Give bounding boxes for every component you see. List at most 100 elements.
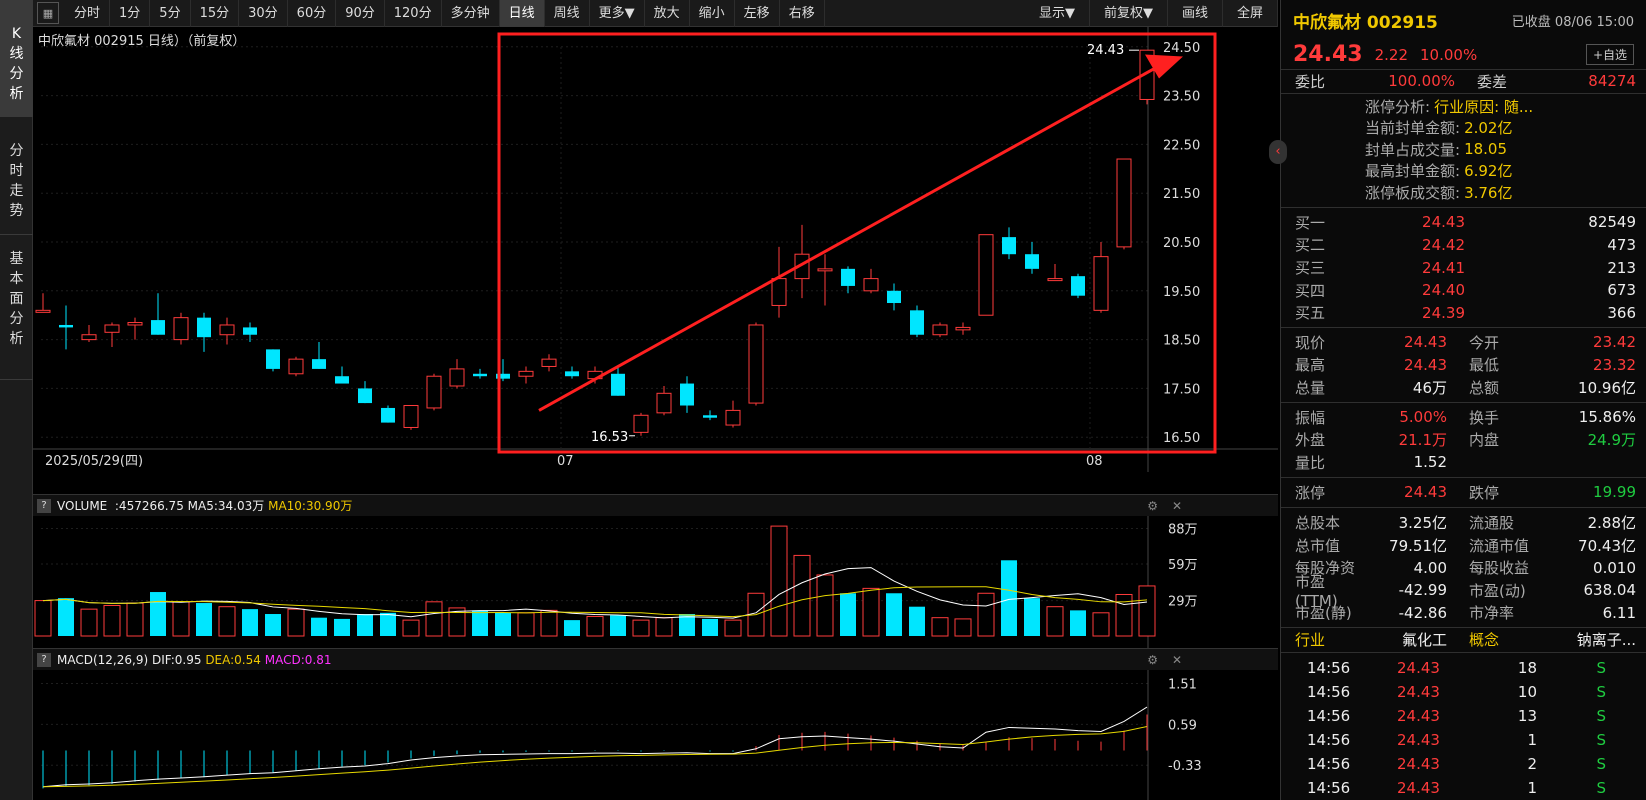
candle — [725, 400, 741, 428]
tab-fundamental[interactable]: 基本面分析 — [0, 235, 33, 380]
volume-bar — [425, 601, 443, 637]
settings-icon[interactable]: ⚙ — [1147, 653, 1158, 667]
limit-info-row: 最高封单金额: 6.92亿 — [1281, 160, 1646, 182]
tab-kline[interactable]: K线分析 — [0, 0, 33, 117]
period-button[interactable]: 右移 — [780, 0, 825, 27]
tick-volume: 18 — [1517, 658, 1537, 677]
candle — [219, 317, 235, 345]
tick-direction: S — [1596, 658, 1606, 677]
period-button[interactable]: 90分 — [336, 0, 385, 27]
high-marker: 24.43 — [1087, 43, 1124, 58]
candle — [841, 266, 855, 294]
add-watchlist-button[interactable]: +自选 — [1585, 44, 1634, 65]
period-button[interactable]: 放大 — [645, 0, 690, 27]
period-button[interactable]: 15分 — [191, 0, 240, 27]
stat-key: 今开 — [1469, 333, 1500, 352]
toolbar-right-button[interactable]: 全屏 — [1223, 0, 1278, 27]
stat-value: 0.010 — [1593, 558, 1636, 577]
stat-value: 6.11 — [1602, 603, 1636, 622]
industry-row: 行业 氟化工 概念 钠离子... — [1281, 627, 1646, 652]
volume-bar — [80, 608, 98, 637]
close-icon[interactable]: ✕ — [1172, 653, 1182, 667]
volume-bar — [103, 604, 121, 637]
toolbar-right-button[interactable]: 前复权▼ — [1090, 0, 1168, 27]
period-button[interactable]: 多分钟 — [442, 0, 500, 27]
candle — [565, 366, 579, 379]
bid-level: 买五 — [1295, 304, 1326, 323]
tick-time: 14:56 — [1307, 658, 1351, 677]
stat-key: 最低 — [1469, 356, 1500, 375]
price-axis-label: 19.50 — [1163, 285, 1200, 300]
weicha-value: 84274 — [1588, 72, 1636, 91]
low-marker: 16.53 — [591, 430, 628, 445]
stat-value: 3.25亿 — [1398, 514, 1447, 533]
period-button[interactable]: 60分 — [288, 0, 337, 27]
macd-dea: DEA:0.54 — [205, 652, 261, 667]
limit-info-value: 3.76亿 — [1464, 183, 1513, 202]
weibi-row: 委比 100.00% 委差 84274 — [1281, 70, 1646, 94]
kline-chart[interactable]: 24.50 23.50 22.50 21.50 20.50 19.50 18.50 17.50… — [33, 27, 1278, 494]
stat-value: 24.43 — [1404, 333, 1447, 352]
bid-volume: 473 — [1607, 235, 1636, 254]
candle — [978, 234, 994, 316]
period-button[interactable]: 5分 — [150, 0, 191, 27]
stat-value: 2.88亿 — [1587, 514, 1636, 533]
toolbar-right-button[interactable]: 画线 — [1168, 0, 1223, 27]
volume-bar — [242, 609, 258, 636]
limit-row: 涨停 24.43 跌停 19.99 — [1281, 481, 1646, 505]
macd-axis-label: 1.51 — [1168, 677, 1197, 692]
stat-value: 1.52 — [1413, 453, 1447, 472]
price-axis-label: 20.50 — [1163, 236, 1200, 251]
bid-row: 买五 24.39 366 — [1281, 301, 1646, 324]
period-button[interactable]: 120分 — [385, 0, 442, 27]
bid-row: 买一 24.43 82549 — [1281, 211, 1646, 234]
stat-row: 总股本 3.25亿 流通股 2.88亿 — [1281, 511, 1646, 534]
period-button[interactable]: 30分 — [239, 0, 288, 27]
help-icon[interactable]: ? — [37, 498, 51, 513]
stat-value: 24.43 — [1404, 355, 1447, 374]
stat-key: 流通股 — [1469, 514, 1515, 533]
stat-value: 70.43亿 — [1578, 536, 1636, 555]
candle — [1093, 242, 1109, 313]
concept-key: 概念 — [1469, 631, 1500, 650]
bid-price: 24.42 — [1422, 235, 1465, 254]
collapse-icon[interactable]: ‹ — [1269, 140, 1287, 164]
volume-bar — [1070, 610, 1086, 636]
grid-icon[interactable]: ▦ — [37, 2, 59, 24]
volume-bar — [770, 525, 788, 637]
stat-key: 流通市值 — [1469, 536, 1530, 555]
period-button[interactable]: 缩小 — [690, 0, 735, 27]
toolbar-right-button[interactable]: 显示▼ — [1025, 0, 1090, 27]
limit-prices: 涨停 24.43 跌停 19.99 — [1281, 476, 1646, 508]
volume-bar — [702, 618, 718, 636]
period-button[interactable]: 分时 — [65, 0, 111, 27]
period-button[interactable]: 1分 — [110, 0, 151, 27]
candle — [473, 368, 487, 379]
tick-row: 14:56 24.43 2 S — [1281, 752, 1646, 776]
stat-key: 总市值 — [1295, 536, 1341, 555]
candle — [1002, 227, 1016, 260]
candle — [1025, 242, 1039, 274]
bid-volume: 213 — [1607, 258, 1636, 277]
tick-direction: S — [1596, 754, 1606, 773]
period-button[interactable]: 左移 — [735, 0, 780, 27]
volume-axis-label: 59万 — [1168, 558, 1198, 573]
close-icon[interactable]: ✕ — [1172, 499, 1182, 513]
candle — [748, 322, 764, 406]
limit-info-row: 涨停分析: 行业原因: 随... — [1281, 96, 1646, 118]
price-stats: 现价 24.43 今开 23.42 最高 24.43 最低 23.32 总量 46万 总额 10.96… — [1281, 327, 1646, 402]
period-button[interactable]: 更多▼ — [590, 0, 645, 27]
stat-key: 市盈(动) — [1469, 581, 1526, 600]
settings-icon[interactable]: ⚙ — [1147, 499, 1158, 513]
current-price: 24.43 — [1293, 42, 1363, 67]
period-button[interactable]: 日线 — [499, 0, 545, 27]
concept-value: 钠离子... — [1576, 631, 1636, 650]
volume-bar — [334, 618, 350, 636]
tick-row: 14:56 24.43 1 S — [1281, 728, 1646, 752]
help-icon[interactable]: ? — [37, 652, 51, 667]
date-label: 2025/05/29(四) — [45, 454, 143, 469]
period-button[interactable]: 周线 — [545, 0, 590, 27]
stat-value: 46万 — [1412, 379, 1447, 398]
view-tabs: K线分析 分时走势 基本面分析 — [0, 0, 33, 800]
tab-intraday[interactable]: 分时走势 — [0, 117, 33, 235]
